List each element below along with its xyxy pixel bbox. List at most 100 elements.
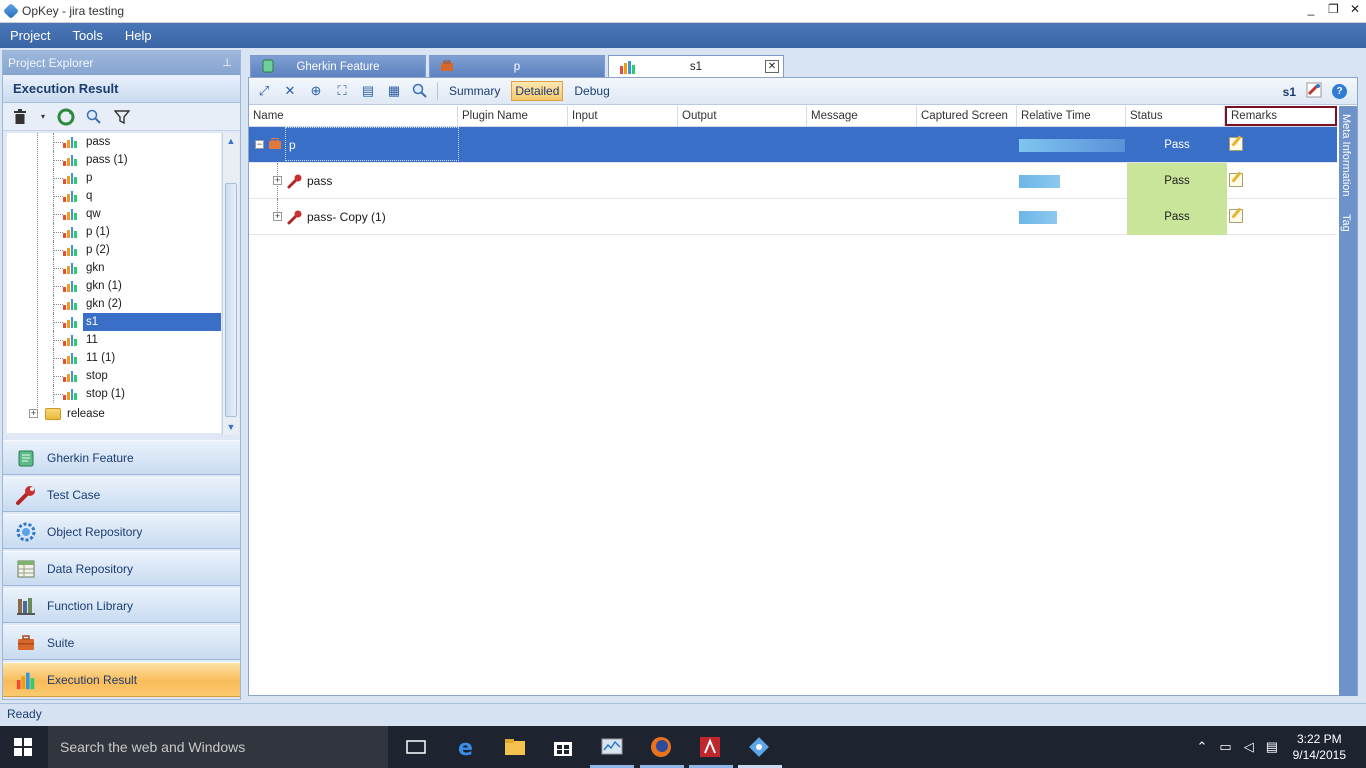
maximize-button[interactable]: ❐ bbox=[1328, 2, 1339, 16]
scroll-up-icon[interactable]: ▲ bbox=[223, 133, 239, 149]
tree-item[interactable]: p bbox=[7, 169, 221, 187]
tab-gherkin-feature[interactable]: Gherkin Feature bbox=[250, 55, 426, 77]
tab-label: s1 bbox=[689, 60, 703, 73]
tree-item[interactable]: s1 bbox=[7, 313, 221, 331]
minimize-button[interactable]: _ bbox=[1306, 2, 1316, 16]
nav-function-library[interactable]: Function Library bbox=[3, 588, 240, 623]
expand-icon[interactable]: + bbox=[29, 409, 38, 418]
table-row[interactable]: − p Pass bbox=[249, 127, 1337, 163]
name-cell-focus bbox=[285, 127, 459, 161]
windows-start-icon[interactable] bbox=[14, 738, 32, 756]
tree-item[interactable]: pass bbox=[7, 133, 221, 151]
column-header-relative-time[interactable]: Relative Time bbox=[1017, 106, 1126, 126]
column-header-name[interactable]: Name bbox=[249, 106, 458, 126]
firefox-icon[interactable] bbox=[649, 735, 673, 759]
file-explorer-icon[interactable] bbox=[503, 735, 527, 759]
tree-item[interactable]: 11 bbox=[7, 331, 221, 349]
table-row[interactable]: + pass Pass bbox=[249, 163, 1337, 199]
tree-item[interactable]: 11 (1) bbox=[7, 349, 221, 367]
scroll-thumb[interactable] bbox=[225, 183, 237, 417]
table-row[interactable]: + pass- Copy (1) Pass bbox=[249, 199, 1337, 235]
tree-item[interactable]: stop (1) bbox=[7, 385, 221, 403]
volume-icon[interactable]: ◁ bbox=[1244, 739, 1254, 755]
tree-item[interactable]: gkn (1) bbox=[7, 277, 221, 295]
relative-time-bar bbox=[1019, 139, 1125, 152]
fit-icon[interactable]: ⊕ bbox=[307, 82, 325, 100]
collapse-icon[interactable]: − bbox=[255, 140, 264, 149]
nav-test-case[interactable]: Test Case bbox=[3, 477, 240, 512]
refresh-icon[interactable] bbox=[57, 108, 75, 126]
tree-item[interactable]: qw bbox=[7, 205, 221, 223]
tree-folder-label: release bbox=[67, 408, 105, 420]
expand-icon[interactable]: + bbox=[273, 176, 282, 185]
nav-object-repository[interactable]: Object Repository bbox=[3, 514, 240, 549]
pin-icon[interactable]: ⊥ bbox=[222, 51, 232, 75]
notifications-icon[interactable]: ▤ bbox=[1266, 739, 1278, 755]
chevron-up-icon[interactable]: ⌃ bbox=[1197, 739, 1208, 755]
column-header-output[interactable]: Output bbox=[678, 106, 807, 126]
detailed-button[interactable]: Detailed bbox=[511, 81, 564, 101]
export-icon[interactable]: ▦ bbox=[385, 82, 403, 100]
summary-button[interactable]: Summary bbox=[446, 82, 503, 100]
tab-meta-information[interactable]: Meta Information bbox=[1340, 114, 1352, 197]
report-icon[interactable]: ▤ bbox=[359, 82, 377, 100]
close-window-button[interactable]: ✕ bbox=[1350, 2, 1360, 16]
column-header-message[interactable]: Message bbox=[807, 106, 917, 126]
search-icon[interactable] bbox=[85, 108, 103, 126]
tree-item-label: gkn (1) bbox=[86, 280, 122, 292]
system-monitor-icon[interactable] bbox=[600, 735, 624, 759]
edit-remarks-icon[interactable] bbox=[1229, 209, 1243, 223]
project-explorer-title: Project Explorer bbox=[8, 56, 94, 70]
expand-icon[interactable]: + bbox=[273, 212, 282, 221]
dropdown-arrow-icon[interactable]: ▾ bbox=[39, 108, 47, 126]
opkey-taskbar-icon[interactable] bbox=[747, 735, 771, 759]
close-tab-icon[interactable]: ✕ bbox=[765, 60, 779, 73]
taskbar-search-box[interactable]: Search the web and Windows bbox=[48, 726, 388, 768]
store-icon[interactable] bbox=[551, 735, 575, 759]
column-header-remarks[interactable]: Remarks bbox=[1225, 106, 1337, 126]
tab-label: Gherkin Feature bbox=[296, 60, 380, 73]
tree-item-label: p bbox=[86, 172, 93, 184]
menu-tools[interactable]: Tools bbox=[72, 28, 102, 43]
search-icon[interactable] bbox=[411, 82, 429, 100]
scroll-down-icon[interactable]: ▼ bbox=[223, 419, 239, 435]
fullscreen-icon[interactable]: ⛶ bbox=[333, 82, 351, 100]
tree-item[interactable]: p (1) bbox=[7, 223, 221, 241]
tab-s1[interactable]: s1 ✕ bbox=[608, 55, 784, 77]
delete-icon[interactable] bbox=[11, 108, 29, 126]
filter-icon[interactable] bbox=[113, 108, 131, 126]
help-icon[interactable]: ? bbox=[1332, 84, 1347, 99]
status-cell: Pass bbox=[1127, 163, 1227, 199]
debug-button[interactable]: Debug bbox=[571, 82, 612, 100]
collapse-all-icon[interactable]: ✕ bbox=[281, 82, 299, 100]
tree-item[interactable]: gkn bbox=[7, 259, 221, 277]
nav-suite[interactable]: Suite bbox=[3, 625, 240, 660]
nav-data-repository[interactable]: Data Repository bbox=[3, 551, 240, 586]
expand-all-icon[interactable]: ⤢ bbox=[255, 82, 273, 100]
nav-gherkin-feature[interactable]: Gherkin Feature bbox=[3, 440, 240, 475]
task-view-icon[interactable] bbox=[404, 735, 428, 759]
taskbar-clock[interactable]: 3:22 PM 9/14/2015 bbox=[1293, 731, 1346, 763]
tab-tag[interactable]: Tag bbox=[1340, 214, 1352, 232]
column-header-captured-screen[interactable]: Captured Screen bbox=[917, 106, 1017, 126]
edge-browser-icon[interactable]: e bbox=[455, 735, 479, 761]
nav-execution-result[interactable]: Execution Result bbox=[3, 662, 240, 697]
tree-item-label: 11 bbox=[86, 334, 98, 346]
column-header-plugin-name[interactable]: Plugin Name bbox=[458, 106, 568, 126]
tree-item[interactable]: q bbox=[7, 187, 221, 205]
tree-item[interactable]: stop bbox=[7, 367, 221, 385]
jira-icon[interactable] bbox=[1306, 82, 1322, 101]
acrobat-icon[interactable] bbox=[698, 735, 722, 759]
edit-remarks-icon[interactable] bbox=[1229, 137, 1243, 151]
column-header-status[interactable]: Status bbox=[1126, 106, 1225, 126]
column-header-input[interactable]: Input bbox=[568, 106, 678, 126]
menu-project[interactable]: Project bbox=[10, 28, 50, 43]
edit-remarks-icon[interactable] bbox=[1229, 173, 1243, 187]
tree-item[interactable]: pass (1) bbox=[7, 151, 221, 169]
tree-item[interactable]: p (2) bbox=[7, 241, 221, 259]
menu-help[interactable]: Help bbox=[125, 28, 152, 43]
tree-item[interactable]: gkn (2) bbox=[7, 295, 221, 313]
tree-scrollbar[interactable]: ▲ ▼ bbox=[222, 133, 239, 435]
network-icon[interactable]: ▭ bbox=[1219, 739, 1231, 755]
tab-p[interactable]: p bbox=[429, 55, 605, 77]
